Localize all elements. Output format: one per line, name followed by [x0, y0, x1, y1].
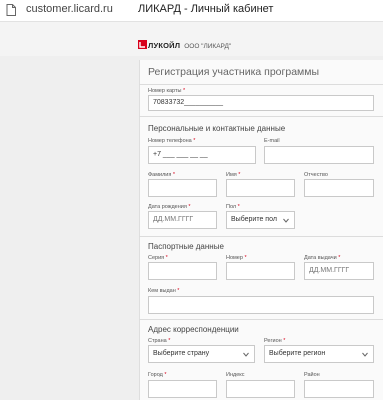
phone-label: Номер телефона *	[148, 138, 196, 144]
issue-date-placeholder: ДД.ММ.ГГГГ	[309, 267, 350, 274]
first-name-label: Имя *	[226, 172, 241, 178]
passport-series-label: Серия *	[148, 255, 168, 261]
passport-section-title: Паспортные данные	[148, 242, 224, 251]
issue-date-label: Дата выдачи *	[304, 255, 341, 261]
birthdate-placeholder: ДД.ММ.ГГГГ	[153, 216, 194, 223]
country-select[interactable]: Выберите страну	[148, 345, 255, 363]
patronymic-label: Отчество	[304, 172, 328, 178]
country-select-value: Выберите страну	[153, 350, 210, 357]
url-text[interactable]: customer.licard.ru	[26, 3, 113, 15]
address-section-title: Адрес корреспонденции	[148, 325, 239, 334]
issue-date-input[interactable]: ДД.ММ.ГГГГ	[304, 262, 374, 280]
logo-company: ООО "ЛИКАРД"	[184, 43, 232, 50]
postal-index-label: Индекс	[226, 372, 245, 378]
lukoil-logo-icon	[138, 40, 147, 49]
region-select-value: Выберите регион	[269, 350, 326, 357]
passport-number-label: Номер *	[226, 255, 247, 261]
city-input[interactable]	[148, 380, 217, 398]
district-input[interactable]	[304, 380, 374, 398]
card-number-label: Номер карты *	[148, 88, 186, 94]
region-select[interactable]: Выберите регион	[264, 345, 374, 363]
chevron-down-icon	[283, 218, 289, 223]
birthdate-input[interactable]: ДД.ММ.ГГГГ	[148, 211, 217, 229]
page-title: ЛИКАРД - Личный кабинет	[138, 3, 274, 15]
chevron-down-icon	[243, 352, 249, 357]
issued-by-input[interactable]	[148, 296, 374, 314]
divider	[139, 236, 383, 237]
email-input[interactable]	[264, 146, 374, 164]
gender-select-value: Выберите пол	[231, 216, 277, 223]
passport-number-input[interactable]	[226, 262, 295, 280]
email-label: E-mail	[264, 138, 280, 144]
phone-input[interactable]: +7 ___ ___ __ __	[148, 146, 256, 164]
gender-select[interactable]: Выберите пол	[226, 211, 295, 229]
district-label: Район	[304, 372, 320, 378]
issued-by-label: Кем выдан *	[148, 288, 180, 294]
card-number-input[interactable]: 70833732__________	[148, 95, 374, 111]
page-icon	[6, 4, 16, 16]
postal-index-input[interactable]	[226, 380, 295, 398]
divider	[139, 116, 383, 117]
surname-label: Фамилия *	[148, 172, 176, 178]
region-label: Регион *	[264, 338, 286, 344]
divider	[139, 319, 383, 320]
phone-value: +7 ___ ___ __ __	[153, 151, 208, 158]
first-name-input[interactable]	[226, 179, 295, 197]
surname-input[interactable]	[148, 179, 217, 197]
divider	[139, 84, 383, 85]
browser-address-bar: customer.licard.ru ЛИКАРД - Личный кабин…	[0, 0, 383, 22]
lukoil-logo[interactable]: ЛУКОЙЛ ООО "ЛИКАРД"	[138, 35, 231, 50]
card-number-value: 70833732__________	[153, 99, 224, 106]
form-title: Регистрация участника программы	[148, 66, 320, 78]
gender-label: Пол *	[226, 204, 240, 210]
city-label: Город *	[148, 372, 167, 378]
chevron-down-icon	[362, 352, 368, 357]
patronymic-input[interactable]	[304, 179, 374, 197]
country-label: Страна *	[148, 338, 171, 344]
passport-series-input[interactable]	[148, 262, 217, 280]
birthdate-label: Дата рождения *	[148, 204, 191, 210]
logo-brand: ЛУКОЙЛ	[148, 41, 181, 50]
personal-section-title: Персональные и контактные данные	[148, 124, 286, 133]
